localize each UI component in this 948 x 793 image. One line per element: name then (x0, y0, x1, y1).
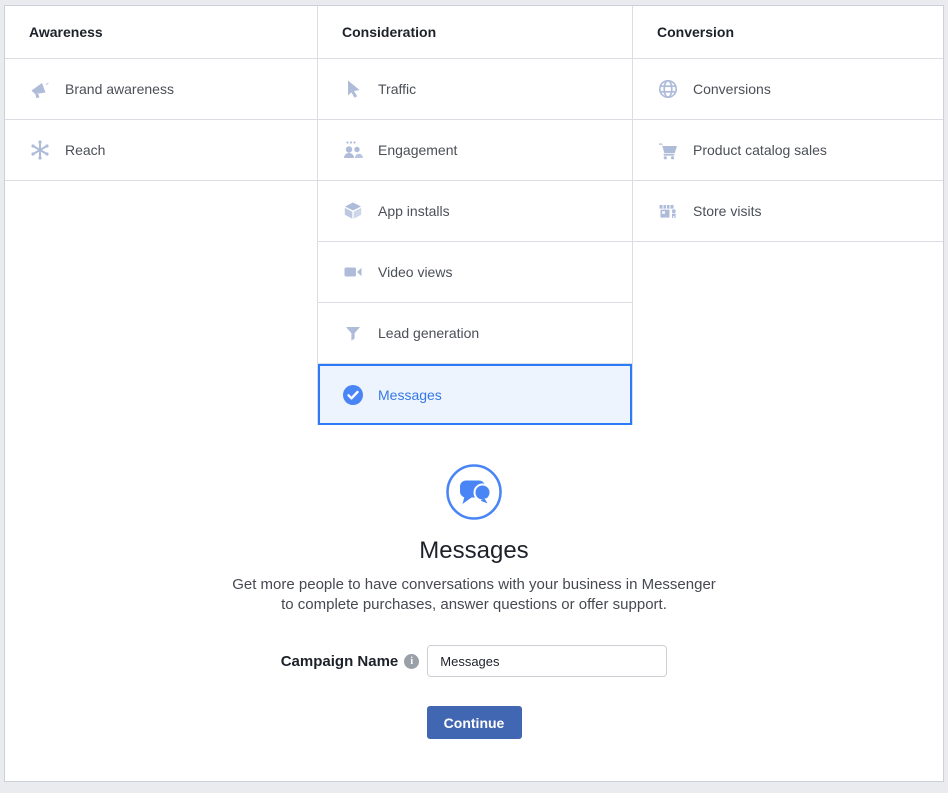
objective-label: Messages (378, 387, 442, 403)
objective-engagement[interactable]: Engagement (318, 120, 632, 181)
megaphone-icon (29, 78, 51, 100)
description-line-1: Get more people to have conversations wi… (232, 575, 716, 595)
column-header-conversion: Conversion (633, 6, 943, 59)
objective-label: Brand awareness (65, 81, 174, 97)
objective-table: Awareness Brand awareness (5, 6, 943, 425)
description-line-2: to complete purchases, answer questions … (232, 595, 716, 615)
objective-video-views[interactable]: Video views (318, 242, 632, 303)
objective-product-catalog-sales[interactable]: Product catalog sales (633, 120, 943, 181)
objective-label: Traffic (378, 81, 416, 97)
campaign-name-label: Campaign Name (281, 653, 399, 670)
objective-store-visits[interactable]: Store visits (633, 181, 943, 242)
storefront-icon (657, 200, 679, 222)
column-header-consideration: Consideration (318, 6, 632, 59)
objective-brand-awareness[interactable]: Brand awareness (5, 59, 317, 120)
check-circle-icon (342, 384, 364, 406)
objective-label: Store visits (693, 203, 761, 219)
objective-traffic[interactable]: Traffic (318, 59, 632, 120)
objective-label: Conversions (693, 81, 771, 97)
column-awareness: Awareness Brand awareness (5, 6, 318, 425)
reach-burst-icon (29, 139, 51, 161)
column-consideration: Consideration Traffic (318, 6, 633, 425)
objective-conversions[interactable]: Conversions (633, 59, 943, 120)
objective-label: App installs (378, 203, 450, 219)
chat-bubbles-icon (445, 463, 503, 521)
column-header-awareness: Awareness (5, 6, 317, 59)
objective-label: Product catalog sales (693, 142, 827, 158)
continue-button[interactable]: Continue (427, 706, 522, 739)
globe-icon (657, 78, 679, 100)
objective-label: Engagement (378, 142, 457, 158)
funnel-icon (342, 322, 364, 344)
column-conversion: Conversion Conversions (633, 6, 943, 425)
campaign-name-row: Campaign Name i (281, 645, 668, 677)
objective-selection-card: Awareness Brand awareness (4, 5, 944, 782)
objective-detail-section: Messages Get more people to have convers… (5, 425, 943, 739)
people-icon (342, 139, 364, 161)
objective-label: Video views (378, 264, 452, 280)
objective-lead-generation[interactable]: Lead generation (318, 303, 632, 364)
objective-label: Lead generation (378, 325, 479, 341)
cart-icon (657, 139, 679, 161)
campaign-name-input[interactable] (427, 645, 667, 677)
objective-label: Reach (65, 142, 105, 158)
objective-description: Get more people to have conversations wi… (232, 575, 716, 615)
cursor-icon (342, 78, 364, 100)
objective-app-installs[interactable]: App installs (318, 181, 632, 242)
objective-messages[interactable]: Messages (318, 364, 632, 425)
cube-icon (342, 200, 364, 222)
objective-detail-title: Messages (419, 537, 528, 565)
objective-reach[interactable]: Reach (5, 120, 317, 181)
info-icon[interactable]: i (404, 654, 419, 669)
video-camera-icon (342, 261, 364, 283)
